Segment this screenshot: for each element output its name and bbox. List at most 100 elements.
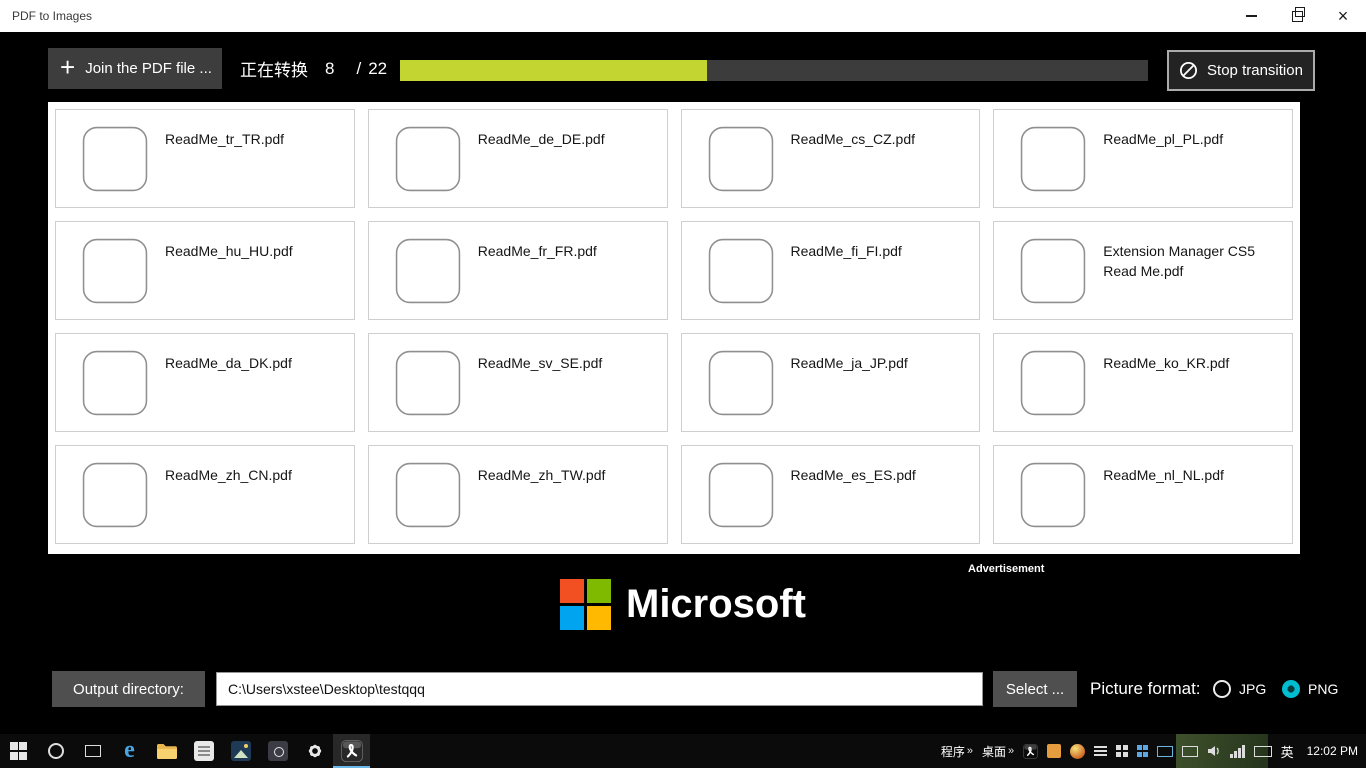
task-view-button[interactable] <box>74 734 111 768</box>
maximize-restore-button[interactable] <box>1274 0 1320 32</box>
file-explorer-button[interactable] <box>148 734 185 768</box>
format-option-png[interactable]: PNG <box>1282 671 1338 707</box>
close-icon: × <box>1337 5 1349 26</box>
tray-toolbar-programs[interactable]: 程序 » <box>941 743 973 760</box>
file-card[interactable]: ReadMe_ja_JP.pdf <box>680 333 981 432</box>
file-card[interactable]: ReadMe_de_DE.pdf <box>367 109 668 208</box>
picture-format-label: Picture format: <box>1090 679 1201 698</box>
tray-speaker-icon[interactable] <box>1207 744 1221 758</box>
file-card[interactable]: ReadMe_sv_SE.pdf <box>367 333 668 432</box>
file-card[interactable]: ReadMe_cs_CZ.pdf <box>680 109 981 208</box>
plus-icon: + <box>60 52 76 82</box>
pdf-file-icon <box>708 350 774 416</box>
microsoft-wordmark: Microsoft <box>626 582 806 626</box>
file-name: ReadMe_cs_CZ.pdf <box>790 131 916 147</box>
radio-jpg-icon[interactable] <box>1213 680 1231 698</box>
cortana-button[interactable] <box>37 734 74 768</box>
pdf-file-icon <box>82 462 148 528</box>
taskbar-tray: 程序 » 桌面 » 英 12:02 PM <box>941 734 1366 768</box>
progress-fill <box>400 60 707 81</box>
pdf-file-icon <box>395 350 461 416</box>
file-name: ReadMe_hu_HU.pdf <box>165 243 293 259</box>
ms-square-2 <box>587 579 611 603</box>
minimize-icon <box>1245 15 1257 17</box>
window-title: PDF to Images <box>12 9 93 23</box>
pdf-file-icon <box>1020 462 1086 528</box>
file-card[interactable]: ReadMe_nl_NL.pdf <box>993 445 1293 544</box>
close-button[interactable]: × <box>1320 0 1366 32</box>
microsoft-ad[interactable]: Microsoft <box>0 579 1366 630</box>
select-directory-button[interactable]: Select ... <box>993 671 1077 707</box>
radio-png-label: PNG <box>1308 681 1339 697</box>
chevron-icon[interactable]: » <box>967 745 973 757</box>
file-name: ReadMe_sv_SE.pdf <box>477 355 603 371</box>
tray-grid-icon[interactable] <box>1116 745 1128 757</box>
photos-app-button[interactable] <box>222 734 259 768</box>
output-path-input[interactable] <box>216 672 983 706</box>
tray-pdf-icon[interactable] <box>1023 744 1038 759</box>
file-name: ReadMe_da_DK.pdf <box>165 355 292 371</box>
restore-icon <box>1291 7 1305 22</box>
progress-total: 22 <box>368 58 388 78</box>
task-view-icon <box>84 745 101 757</box>
file-name: ReadMe_es_ES.pdf <box>790 467 916 483</box>
file-card[interactable]: ReadMe_tr_TR.pdf <box>55 109 355 208</box>
file-card[interactable]: ReadMe_zh_TW.pdf <box>367 445 668 544</box>
chevron-icon[interactable]: » <box>1008 745 1014 757</box>
tray-clock[interactable]: 12:02 PM <box>1307 744 1358 758</box>
file-card[interactable]: Extension Manager CS5 Read Me.pdf <box>993 221 1293 320</box>
ime-language-indicator[interactable]: 英 <box>1281 742 1294 761</box>
file-card[interactable]: ReadMe_pl_PL.pdf <box>993 109 1293 208</box>
pdf-file-icon <box>708 126 774 192</box>
acrobat-icon <box>341 740 363 762</box>
document-app-button[interactable] <box>185 734 222 768</box>
tray-list-icon[interactable] <box>1094 746 1108 756</box>
conversion-status: 正在转换 8 / 22 <box>240 48 387 89</box>
acrobat-app-button[interactable] <box>333 734 370 768</box>
radio-png-icon[interactable] <box>1282 680 1300 698</box>
media-app-button[interactable] <box>259 734 296 768</box>
minimize-button[interactable] <box>1228 0 1274 32</box>
tray-keyboard-icon[interactable] <box>1253 745 1272 757</box>
tray-toolbar-desktop[interactable]: 桌面 » <box>982 743 1014 760</box>
file-card[interactable]: ReadMe_fi_FI.pdf <box>680 221 981 320</box>
pdf-file-icon <box>395 462 461 528</box>
tray-grid-blue-icon[interactable] <box>1136 745 1149 757</box>
photos-app-icon <box>230 741 251 761</box>
tray-orange-app-icon[interactable] <box>1047 744 1062 758</box>
tray-ball-app-icon[interactable] <box>1070 743 1086 759</box>
pdf-file-icon <box>82 350 148 416</box>
pdf-file-icon <box>82 238 148 304</box>
tray-monitor-icon[interactable] <box>1182 745 1199 757</box>
windows-logo-icon <box>9 742 28 760</box>
tray-network-bars-icon[interactable] <box>1230 744 1245 758</box>
edge-icon: e <box>124 736 135 763</box>
file-card[interactable]: ReadMe_fr_FR.pdf <box>367 221 668 320</box>
file-card[interactable]: ReadMe_ko_KR.pdf <box>993 333 1293 432</box>
file-name: ReadMe_ja_JP.pdf <box>790 355 908 371</box>
file-name: ReadMe_ko_KR.pdf <box>1103 355 1230 371</box>
pdf-file-icon <box>395 238 461 304</box>
progress-separator: / <box>356 58 362 78</box>
file-name: ReadMe_fr_FR.pdf <box>477 243 597 259</box>
file-card[interactable]: ReadMe_es_ES.pdf <box>680 445 981 544</box>
file-card[interactable]: ReadMe_zh_CN.pdf <box>55 445 355 544</box>
file-name: ReadMe_fi_FI.pdf <box>790 243 902 259</box>
join-pdf-button[interactable]: + Join the PDF file ... <box>48 48 222 89</box>
pdf-file-icon <box>395 126 461 192</box>
file-card[interactable]: ReadMe_hu_HU.pdf <box>55 221 355 320</box>
settings-button[interactable] <box>296 734 333 768</box>
file-name: ReadMe_zh_TW.pdf <box>477 467 606 483</box>
file-name: ReadMe_de_DE.pdf <box>477 131 605 147</box>
windows-taskbar: e 程序 » 桌面 » 英 12:02 PM <box>0 734 1366 768</box>
edge-button[interactable]: e <box>111 734 148 768</box>
start-button[interactable] <box>0 734 37 768</box>
tray-monitor-blue-icon[interactable] <box>1157 745 1174 757</box>
screen: PDF to Images × + Join the PDF file ... … <box>0 0 1366 768</box>
stop-transition-button[interactable]: Stop transition <box>1167 50 1315 91</box>
format-option-jpg[interactable]: JPG <box>1213 671 1266 707</box>
file-card[interactable]: ReadMe_da_DK.pdf <box>55 333 355 432</box>
ms-square-3 <box>560 606 584 630</box>
media-app-icon <box>267 741 288 761</box>
file-name: ReadMe_pl_PL.pdf <box>1103 131 1224 147</box>
